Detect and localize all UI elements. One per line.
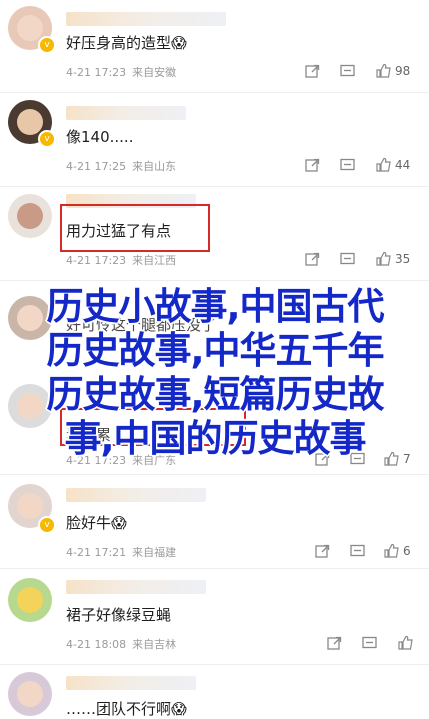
comment-meta: 4-21 18:08 来自吉林 — [66, 638, 177, 651]
comment-meta: 4-21 17:23 来自安徽 — [66, 66, 177, 79]
share-icon[interactable] — [305, 64, 320, 78]
thumbs-up-icon — [376, 251, 391, 266]
divider — [0, 474, 429, 475]
comment-icon[interactable] — [340, 158, 356, 172]
thumbs-up-icon — [376, 63, 391, 78]
comment-meta: 4-21 17:21 来自福建 — [66, 546, 177, 559]
thumbs-up-icon — [384, 543, 399, 558]
thumbs-up-icon — [376, 157, 391, 172]
share-icon[interactable] — [305, 158, 320, 172]
username-blurred[interactable] — [66, 580, 206, 594]
overlay-headline: 历史小故事,中国古代 历史故事,中华五千年 历史故事,短篇历史故 事,中国的历史… — [10, 285, 420, 471]
verified-badge-icon: v — [38, 516, 56, 534]
comment-text: 像140..... — [66, 128, 134, 146]
comment-icon[interactable] — [340, 64, 356, 78]
comment-icon[interactable] — [340, 252, 356, 266]
like-button[interactable]: 6 — [384, 543, 411, 558]
highlight-box — [60, 204, 210, 252]
username-blurred[interactable] — [66, 12, 226, 26]
share-icon[interactable] — [315, 544, 330, 558]
divider — [0, 92, 429, 93]
thumbs-up-icon — [398, 635, 413, 650]
overlay-line: 历史故事,短篇历史故 — [46, 373, 384, 416]
like-count: 35 — [395, 251, 411, 266]
like-button[interactable]: 35 — [376, 251, 410, 266]
like-button[interactable]: 44 — [376, 157, 410, 172]
like-button[interactable]: 98 — [376, 63, 410, 78]
username-blurred[interactable] — [66, 488, 206, 502]
verified-badge-icon: v — [38, 130, 56, 148]
username-blurred[interactable] — [66, 106, 186, 120]
verified-badge-icon: v — [38, 36, 56, 54]
share-icon[interactable] — [305, 252, 320, 266]
divider — [0, 568, 429, 569]
comment-icon[interactable] — [362, 636, 378, 650]
like-count: 98 — [395, 63, 411, 78]
avatar[interactable] — [8, 194, 52, 238]
comment-icon[interactable] — [350, 544, 366, 558]
divider — [0, 664, 429, 665]
like-count: 44 — [395, 157, 411, 172]
comment-text: 脸好牛😱 — [66, 514, 127, 532]
comment-text: 好压身高的造型😱 — [66, 34, 187, 52]
overlay-line: 事,中国的历史故事 — [64, 417, 366, 460]
divider — [0, 280, 429, 281]
divider — [0, 186, 429, 187]
share-icon[interactable] — [327, 636, 342, 650]
comment-meta: 4-21 17:23 来自江西 — [66, 254, 177, 267]
username-blurred[interactable] — [66, 676, 196, 690]
avatar[interactable] — [8, 578, 52, 622]
like-count: 6 — [403, 543, 411, 558]
comment-text: 裙子好像绿豆蝇 — [66, 606, 172, 624]
comment-meta: 4-21 17:25 来自山东 — [66, 160, 177, 173]
overlay-line: 历史故事,中华五千年 — [46, 329, 384, 372]
overlay-line: 历史小故事,中国古代 — [46, 285, 384, 328]
avatar[interactable] — [8, 672, 52, 716]
like-button[interactable] — [398, 635, 417, 650]
